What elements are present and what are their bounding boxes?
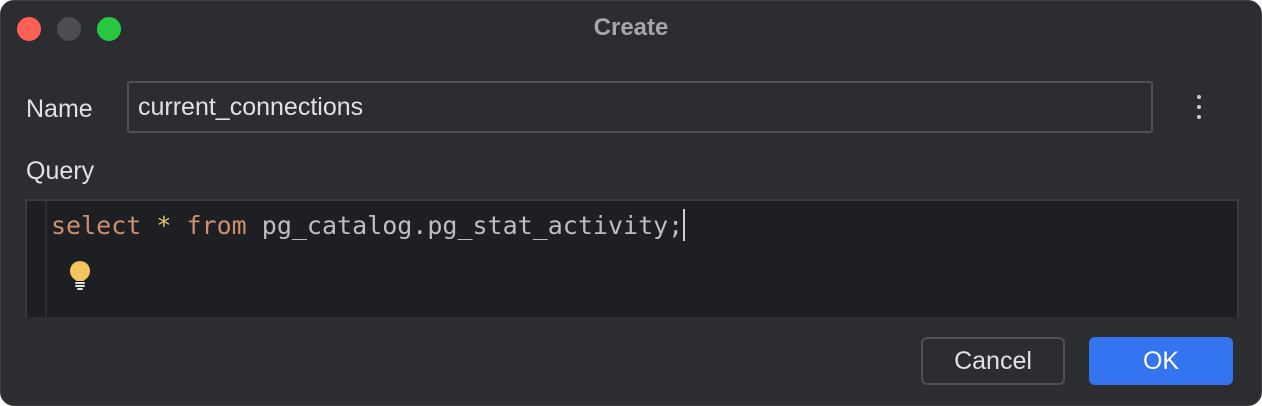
dialog-title: Create <box>593 14 669 41</box>
title-bar: Create <box>1 1 1261 55</box>
star-operator: * <box>156 211 172 240</box>
text-caret <box>683 209 686 241</box>
vertical-ellipsis-dot <box>1197 115 1201 119</box>
vertical-ellipsis-icon <box>1197 95 1201 99</box>
vertical-ellipsis-dot <box>1197 105 1201 109</box>
query-label: Query <box>26 157 95 185</box>
name-label: Name <box>26 95 93 123</box>
code-line[interactable]: select * from pg_catalog.pg_stat_activit… <box>51 209 686 243</box>
table-identifier: pg_catalog.pg_stat_activity; <box>261 211 684 240</box>
name-input[interactable] <box>127 81 1153 133</box>
query-editor[interactable]: select * from pg_catalog.pg_stat_activit… <box>25 199 1239 317</box>
lightbulb-icon[interactable] <box>67 259 93 293</box>
more-options-button[interactable] <box>1185 89 1213 125</box>
cancel-button[interactable]: Cancel <box>921 337 1065 385</box>
keyword-select: select <box>51 211 142 240</box>
keyword-from: from <box>186 211 247 240</box>
ok-button[interactable]: OK <box>1089 337 1233 385</box>
create-dialog: Create Name Query select * from pg_catal… <box>0 0 1262 406</box>
editor-gutter <box>45 201 47 317</box>
